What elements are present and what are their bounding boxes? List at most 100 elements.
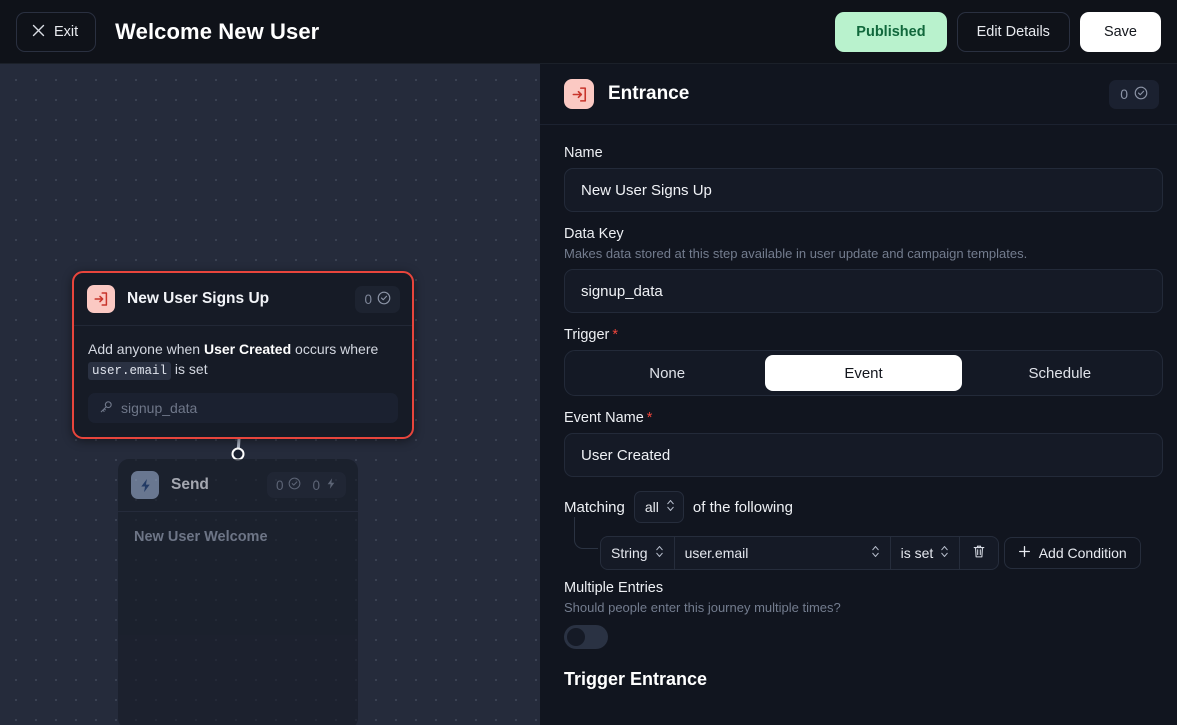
node-subtitle: New User Welcome	[132, 525, 344, 545]
badge-count: 0	[364, 292, 372, 307]
node-data-key[interactable]: signup_data	[88, 393, 398, 423]
condition-row: String user.email	[600, 536, 999, 570]
chevron-updown-icon	[655, 545, 664, 561]
desc-event-name: User Created	[204, 341, 291, 357]
name-label: Name	[564, 145, 1163, 161]
entrance-arrow-icon	[564, 79, 594, 109]
field-multiple-entries: Multiple Entries Should people enter thi…	[564, 580, 1163, 649]
conditions-wrapper: String user.email	[564, 527, 1163, 570]
condition-comparison-select[interactable]: is set	[891, 537, 961, 569]
lightning-bolt-icon	[325, 477, 337, 493]
event-name-input[interactable]	[564, 433, 1163, 477]
save-button[interactable]: Save	[1080, 12, 1161, 52]
flow-canvas[interactable]: Send 0 0	[0, 64, 540, 725]
condition-field-select[interactable]: user.email	[675, 537, 891, 569]
panel-title: Entrance	[608, 83, 689, 105]
condition-type-value: String	[611, 545, 648, 561]
key-icon	[99, 400, 113, 417]
badge-entered: 0	[276, 477, 302, 493]
flow-node-entrance[interactable]: New User Signs Up 0 Add anyone when User…	[72, 271, 414, 439]
panel-entered-badge: 0	[1109, 80, 1159, 109]
node-title: Send	[171, 476, 209, 494]
trigger-label: Trigger*	[564, 327, 1163, 343]
close-icon	[32, 24, 45, 40]
node-data-key-value: signup_data	[121, 400, 197, 416]
condition-delete-button[interactable]	[960, 537, 998, 569]
condition-elbow-connector	[574, 517, 598, 549]
check-circle-icon	[377, 291, 391, 308]
matching-prefix: Matching	[564, 499, 625, 516]
chevron-updown-icon	[940, 545, 949, 561]
exit-label: Exit	[54, 24, 78, 40]
matching-row: Matching all of the following	[564, 491, 1163, 523]
condition-field-value: user.email	[685, 545, 749, 561]
required-asterisk: *	[612, 327, 618, 343]
edit-details-button[interactable]: Edit Details	[957, 12, 1070, 52]
top-bar-actions: Published Edit Details Save	[835, 12, 1161, 52]
trigger-label-text: Trigger	[564, 327, 609, 343]
required-asterisk: *	[647, 410, 653, 426]
node-description: Add anyone when User Created occurs wher…	[88, 339, 398, 380]
page-title: Welcome New User	[115, 19, 319, 45]
check-circle-icon	[288, 477, 301, 493]
lightning-bolt-icon	[131, 471, 159, 499]
trash-icon	[972, 544, 986, 562]
editor-body: Send 0 0	[0, 64, 1177, 725]
multiple-entries-toggle[interactable]	[564, 625, 608, 649]
data-key-input[interactable]	[564, 269, 1163, 313]
badge-count: 0	[276, 478, 284, 493]
badge-entered: 0	[364, 291, 391, 308]
trigger-option-event[interactable]: Event	[765, 355, 961, 391]
desc-field-code: user.email	[88, 362, 171, 380]
trigger-entrance-section-title: Trigger Entrance	[564, 669, 1163, 690]
desc-prefix: Add anyone when	[88, 341, 204, 357]
flow-node-send[interactable]: Send 0 0	[118, 459, 358, 725]
multiple-entries-label: Multiple Entries	[564, 580, 1163, 596]
condition-type-select[interactable]: String	[601, 537, 675, 569]
matching-operator-select[interactable]: all	[634, 491, 684, 523]
node-header: New User Signs Up 0	[74, 273, 412, 326]
toggle-knob	[567, 628, 585, 646]
top-bar: Exit Welcome New User Published Edit Det…	[0, 0, 1177, 64]
data-key-label: Data Key	[564, 226, 1163, 242]
node-body: New User Welcome	[118, 512, 358, 559]
journey-editor: Exit Welcome New User Published Edit Det…	[0, 0, 1177, 725]
panel-header: Entrance 0	[540, 64, 1177, 125]
plus-icon	[1018, 545, 1031, 561]
condition-comparison-value: is set	[901, 545, 934, 561]
entrance-arrow-icon	[87, 285, 115, 313]
matching-suffix: of the following	[693, 499, 793, 516]
field-trigger: Trigger* None Event Schedule	[564, 327, 1163, 396]
trigger-option-schedule[interactable]: Schedule	[962, 355, 1158, 391]
desc-middle: occurs where	[291, 341, 378, 357]
badge-count: 0	[1120, 86, 1128, 102]
step-settings-panel: Entrance 0 Name Data Key Makes dat	[540, 64, 1177, 725]
panel-body: Name Data Key Makes data stored at this …	[540, 125, 1177, 725]
badge-count: 0	[312, 478, 320, 493]
node-badges: 0 0	[267, 472, 346, 498]
node-body: Add anyone when User Created occurs wher…	[74, 326, 412, 437]
trigger-segmented-control[interactable]: None Event Schedule	[564, 350, 1163, 396]
field-matching: Matching all of the following	[564, 491, 1163, 570]
chevron-updown-icon	[666, 499, 675, 515]
exit-button[interactable]: Exit	[16, 12, 96, 52]
event-name-label: Event Name*	[564, 410, 1163, 426]
field-name: Name	[564, 145, 1163, 212]
published-status-button[interactable]: Published	[835, 12, 946, 52]
node-title: New User Signs Up	[127, 290, 269, 308]
event-name-label-text: Event Name	[564, 410, 644, 426]
data-key-help: Makes data stored at this step available…	[564, 246, 1163, 261]
trigger-option-none[interactable]: None	[569, 355, 765, 391]
multiple-entries-help: Should people enter this journey multipl…	[564, 600, 1163, 615]
node-header: Send 0 0	[118, 459, 358, 512]
check-circle-icon	[1134, 86, 1148, 103]
add-condition-label: Add Condition	[1039, 545, 1127, 561]
node-badges: 0	[355, 286, 400, 313]
matching-operator-value: all	[645, 499, 659, 515]
chevron-updown-icon	[871, 545, 880, 561]
field-data-key: Data Key Makes data stored at this step …	[564, 226, 1163, 313]
name-input[interactable]	[564, 168, 1163, 212]
add-condition-button[interactable]: Add Condition	[1004, 537, 1141, 569]
badge-sent: 0	[312, 477, 337, 493]
field-event-name: Event Name*	[564, 410, 1163, 477]
